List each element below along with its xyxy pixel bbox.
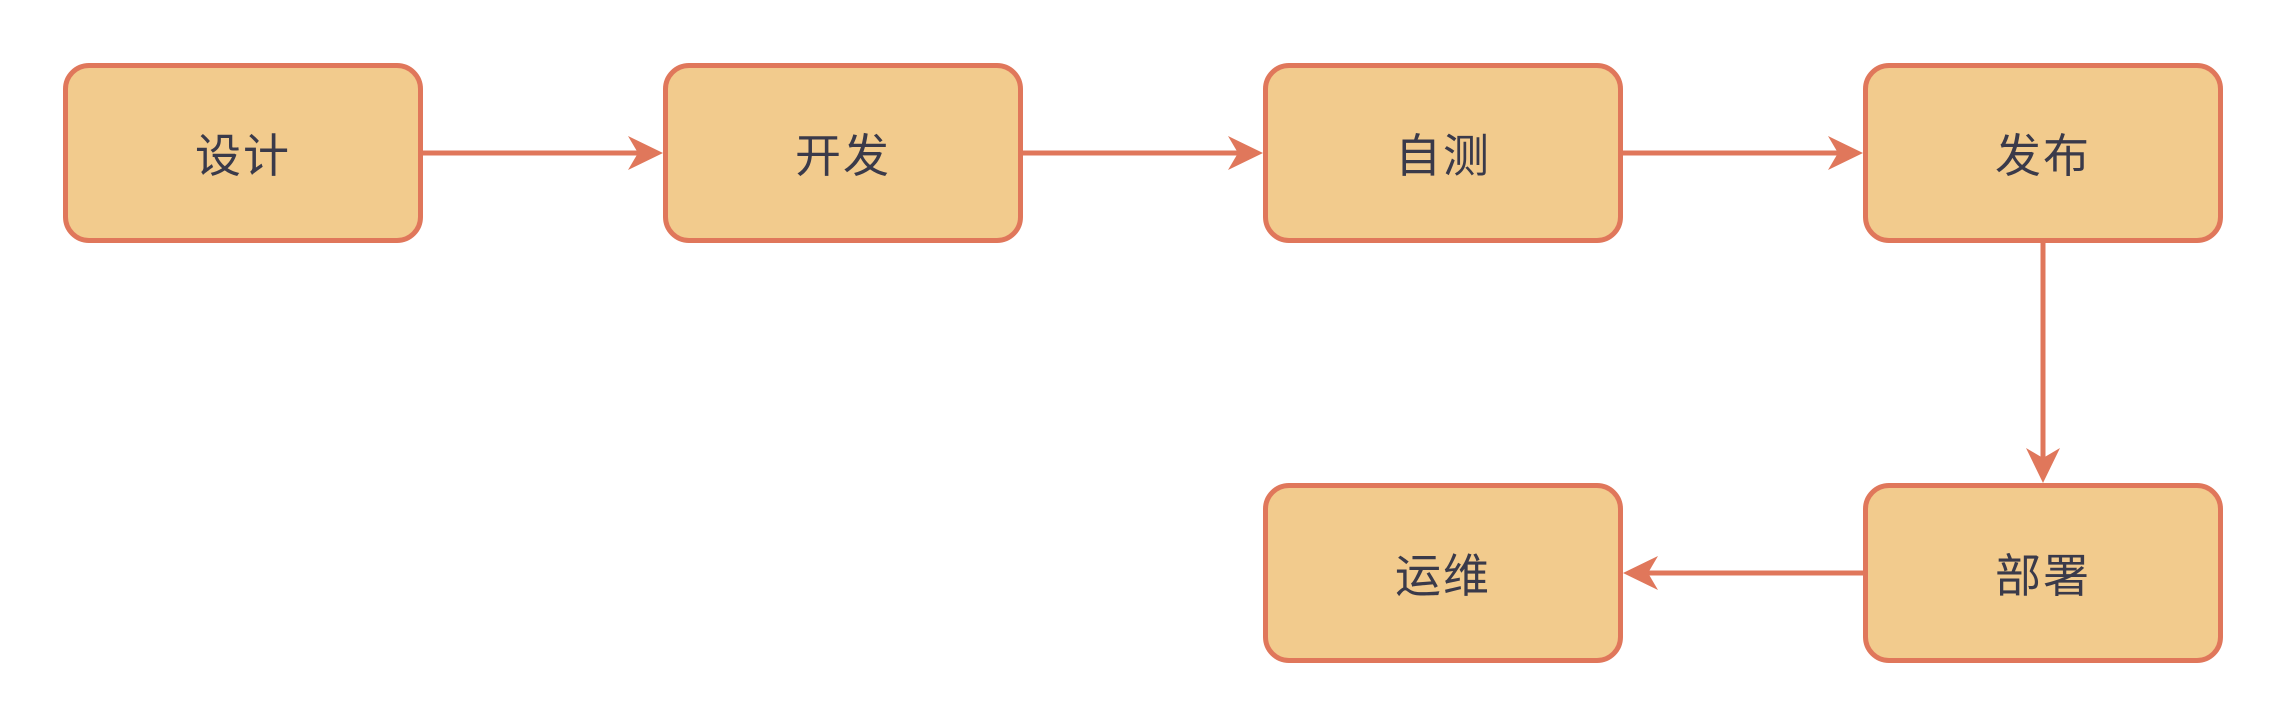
node-label: 设计	[195, 129, 291, 183]
node-label: 运维	[1395, 549, 1491, 603]
node-ops: 运维	[1263, 483, 1623, 663]
node-label: 发布	[1995, 129, 2091, 183]
node-label: 开发	[795, 129, 891, 183]
node-deploy: 部署	[1863, 483, 2223, 663]
edge-develop-selftest	[1023, 136, 1263, 170]
node-release: 发布	[1863, 63, 2223, 243]
edge-selftest-release	[1623, 136, 1863, 170]
node-develop: 开发	[663, 63, 1023, 243]
node-selftest: 自测	[1263, 63, 1623, 243]
edge-deploy-ops	[1623, 556, 1863, 590]
edge-design-develop	[423, 136, 663, 170]
node-label: 部署	[1995, 549, 2091, 603]
edge-release-deploy	[2026, 243, 2060, 483]
node-design: 设计	[63, 63, 423, 243]
node-label: 自测	[1395, 129, 1491, 183]
flow-diagram: 设计 开发 自测 发布 部署 运维	[0, 0, 2286, 726]
